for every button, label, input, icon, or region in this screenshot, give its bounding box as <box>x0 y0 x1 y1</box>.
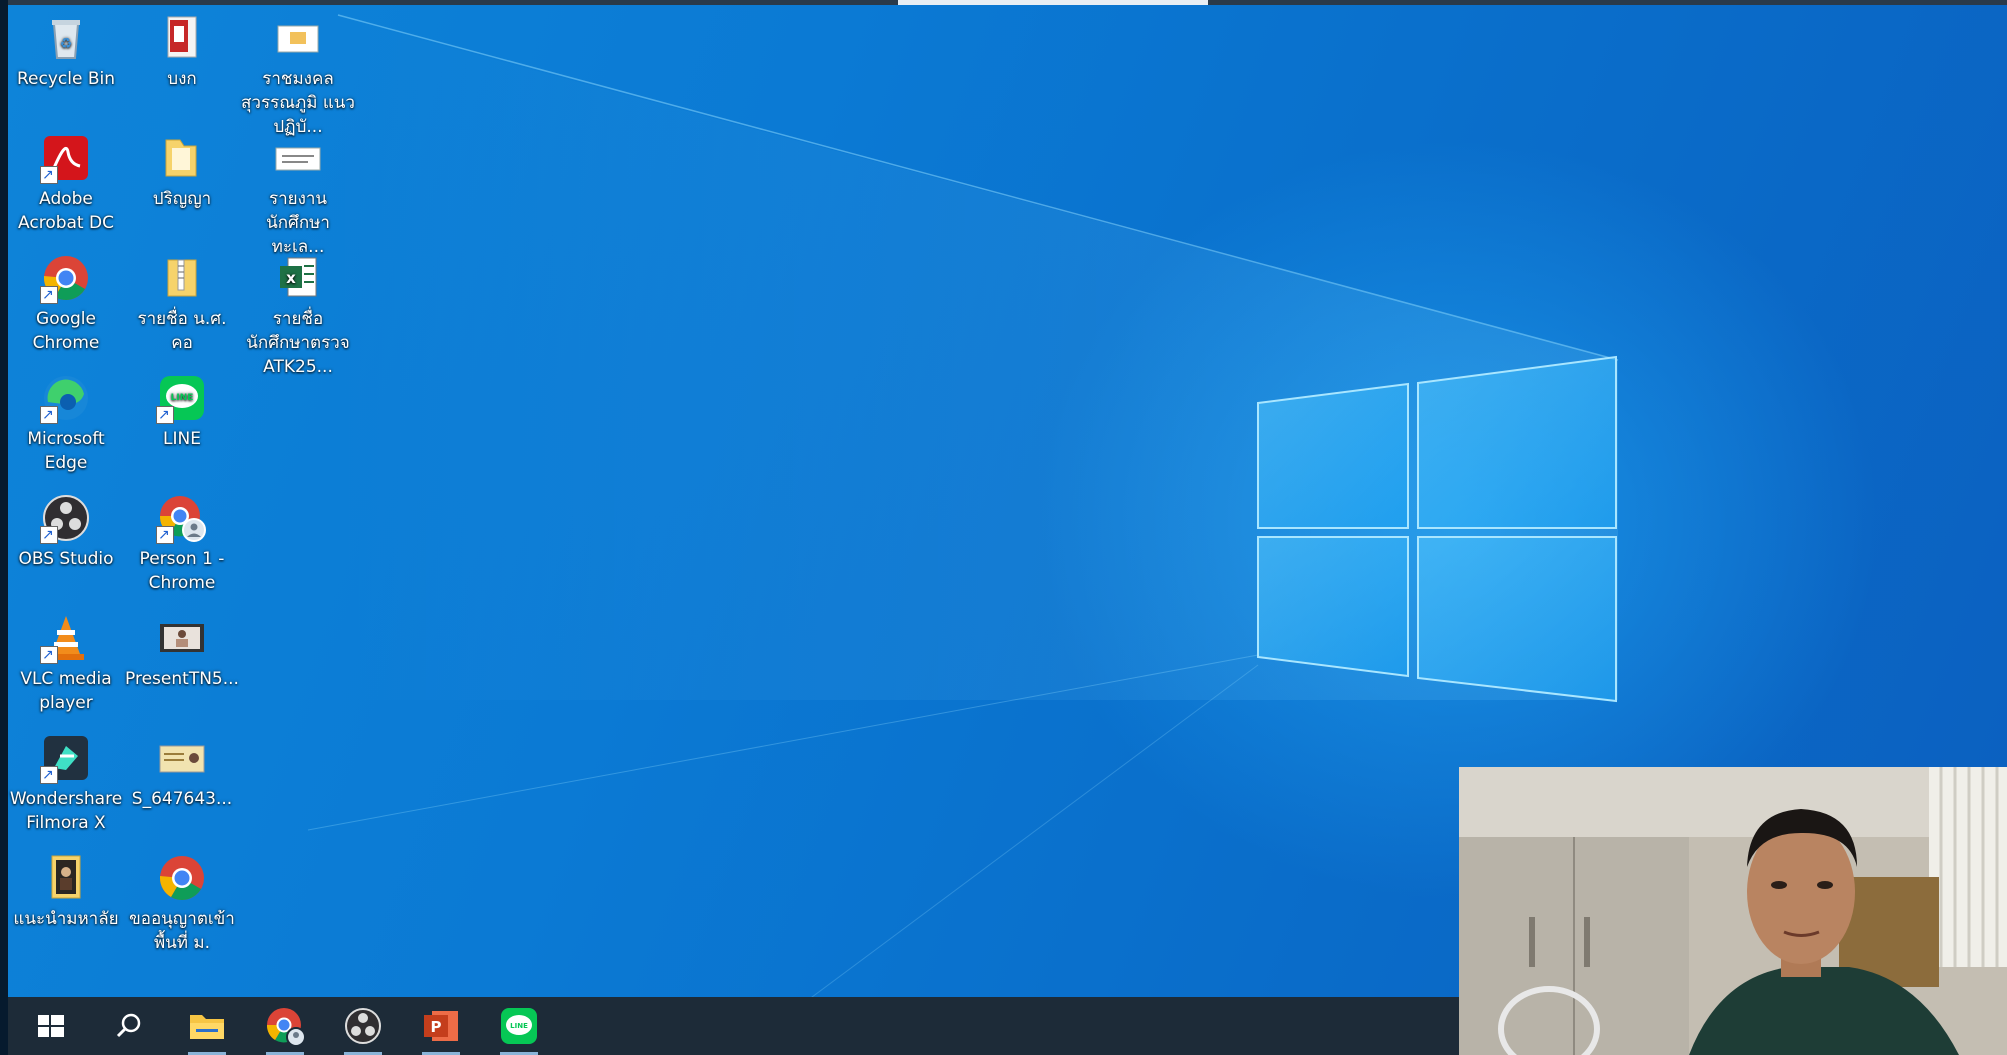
taskbar-obs[interactable] <box>342 1005 384 1055</box>
folder-icon <box>190 1015 224 1039</box>
webcam-overlay <box>1459 767 2007 1055</box>
chrome-profile-icon <box>156 492 208 547</box>
svg-text:♻: ♻ <box>60 36 73 52</box>
taskbar-file-explorer[interactable] <box>186 1005 228 1055</box>
shortcut-arrow-icon <box>40 523 58 547</box>
desktop-icon-university-video[interactable]: แนะนำมหาลัย <box>9 852 123 931</box>
document-icon <box>272 12 324 64</box>
vlc-icon <box>40 612 92 667</box>
taskbar-powerpoint[interactable]: P <box>420 1005 462 1055</box>
desktop-icon-adobe-acrobat[interactable]: Adobe Acrobat DC <box>9 132 123 235</box>
adobe-acrobat-icon <box>40 132 92 187</box>
filmora-icon <box>40 732 92 787</box>
obs-icon <box>40 492 92 547</box>
desktop-icon-zip-folder[interactable]: รายชื่อ น.ศ. คอ <box>125 252 239 355</box>
shortcut-arrow-icon <box>156 403 174 427</box>
powerpoint-icon: P <box>424 1011 458 1041</box>
desktop-icon-recycle-bin[interactable]: ♻ Recycle Bin <box>9 12 123 91</box>
pdf-document-icon <box>156 12 208 64</box>
search-button[interactable] <box>108 1005 150 1047</box>
shortcut-arrow-icon <box>40 763 58 787</box>
desktop-icon-obs-studio[interactable]: OBS Studio <box>9 492 123 571</box>
desktop-icon-filmora[interactable]: Wondershare Filmora X <box>9 732 123 835</box>
image-file-icon <box>156 732 208 784</box>
svg-text:x: x <box>286 269 296 287</box>
desktop-icon-excel-file[interactable]: x รายชื่อนักศึกษาตรวจ ATK25... <box>241 252 355 379</box>
document-icon <box>272 132 324 184</box>
chrome-profile-icon <box>266 1008 306 1047</box>
folder-icon <box>156 132 208 184</box>
chrome-icon <box>40 252 92 307</box>
search-icon <box>116 1013 141 1038</box>
line-icon: LINE <box>156 372 208 427</box>
desktop-icon-pdf-file[interactable]: บงก <box>125 12 239 91</box>
desktop-icon-vlc[interactable]: VLC media player <box>9 612 123 715</box>
windows-start-icon <box>38 1015 64 1037</box>
desktop-icon-folder[interactable]: ปริญญา <box>125 132 239 211</box>
desktop-icon-person-chrome[interactable]: Person 1 - Chrome <box>125 492 239 595</box>
video-file-icon <box>40 852 92 904</box>
desktop-icon-microsoft-edge[interactable]: Microsoft Edge <box>9 372 123 475</box>
edge-icon <box>40 372 92 427</box>
desktop-icon-chrome-permission[interactable]: ขออนุญาตเข้าพื้นที่ ม. <box>125 852 239 955</box>
start-button[interactable] <box>30 1005 72 1047</box>
desktop-icon-presentation-video[interactable]: PresentTN5... <box>125 612 239 691</box>
shortcut-arrow-icon <box>156 523 174 547</box>
shortcut-arrow-icon <box>40 163 58 187</box>
line-icon: LINE <box>501 1008 537 1044</box>
shortcut-arrow-icon <box>40 643 58 667</box>
webcam-video-feed <box>1459 767 2007 1055</box>
taskbar-line[interactable]: LINE <box>498 1005 540 1055</box>
recycle-bin-icon: ♻ <box>40 12 92 64</box>
windows-logo <box>1257 355 1617 703</box>
svg-text:LINE: LINE <box>171 393 194 403</box>
desktop-icon-line[interactable]: LINE LINE <box>125 372 239 451</box>
shortcut-arrow-icon <box>40 403 58 427</box>
excel-icon: x <box>272 252 324 304</box>
zip-folder-icon <box>156 252 208 304</box>
taskbar-chrome-person[interactable] <box>264 1005 306 1055</box>
chrome-icon <box>156 852 208 904</box>
svg-text:LINE: LINE <box>510 1022 528 1030</box>
desktop-icon-report[interactable]: รายงานนักศึกษาทะเล... <box>241 132 355 259</box>
shortcut-arrow-icon <box>40 283 58 307</box>
obs-icon <box>345 1008 381 1044</box>
desktop-icon-google-chrome[interactable]: Google Chrome <box>9 252 123 355</box>
svg-text:P: P <box>431 1018 442 1036</box>
video-file-icon <box>156 612 208 664</box>
desktop-icon-document[interactable]: ราชมงคลสุวรรณภูมิ แนวปฏิบั... <box>241 12 355 139</box>
desktop-icon-image-file[interactable]: S_647643... <box>125 732 239 811</box>
